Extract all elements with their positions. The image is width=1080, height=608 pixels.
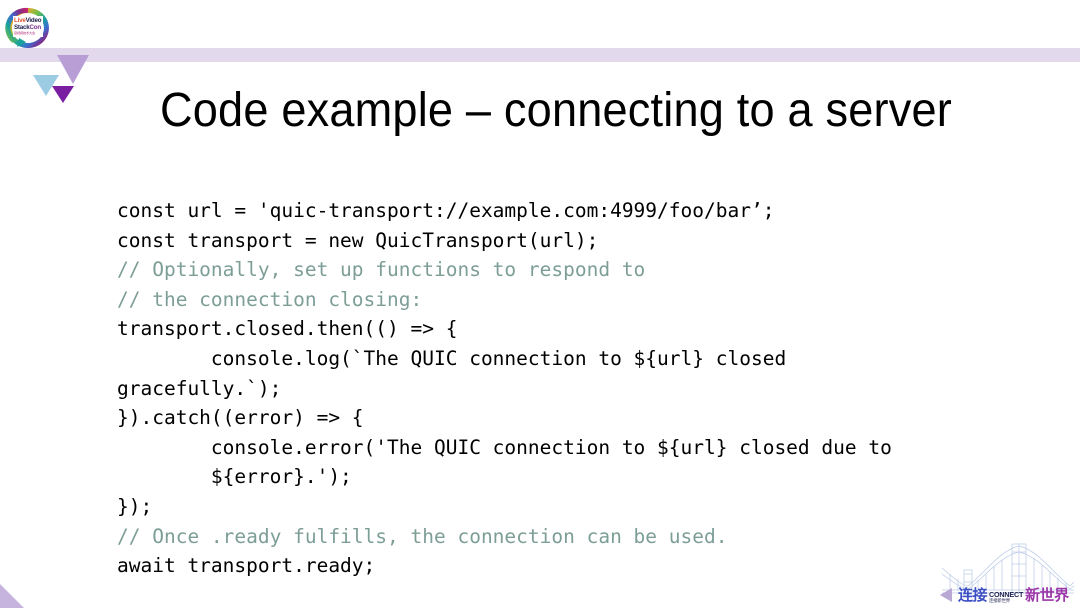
slide: LiveVideo StackCon 音视频技术大会 Code example … xyxy=(0,0,1080,608)
code-line: // Once .ready fulfills, the connection … xyxy=(117,524,728,548)
code-line: }).catch((error) => { xyxy=(117,406,364,430)
conference-watermark: 连接 CONNECT 连接新世界 新世界 xyxy=(938,534,1078,608)
slide-title: Code example – connecting to a server xyxy=(160,84,953,137)
code-line: // Optionally, set up functions to respo… xyxy=(117,258,646,282)
watermark-connect-group: CONNECT 连接新世界 xyxy=(988,589,1024,604)
logo-subtitle: 音视频技术大会 xyxy=(14,31,35,36)
watermark-cn-left: 连接 xyxy=(958,587,988,604)
code-line: }); xyxy=(117,494,153,518)
code-line: gracefully.`); xyxy=(117,376,282,400)
watermark-connect-sublabel: 连接新世界 xyxy=(989,598,1010,603)
decor-corner-triangle xyxy=(0,584,24,608)
watermark-connect-label: CONNECT xyxy=(989,589,1024,599)
code-line: const transport = new QuicTransport(url)… xyxy=(117,228,599,252)
watermark-text: 连接 CONNECT 连接新世界 新世界 xyxy=(958,586,1069,604)
code-line: console.error('The QUIC connection to ${… xyxy=(117,435,892,459)
code-line: // the connection closing: xyxy=(117,287,423,311)
code-line: ${error}.'); xyxy=(117,465,352,489)
livevideostackcon-logo: LiveVideo StackCon 音视频技术大会 xyxy=(5,7,51,51)
watermark-arrow-icon xyxy=(940,588,952,602)
decor-triangle-purple xyxy=(52,86,74,103)
logo-wordmark: LiveVideo StackCon 音视频技术大会 xyxy=(13,16,43,37)
watermark-cn-right: 新世界 xyxy=(1025,587,1069,604)
code-line: console.log(`The QUIC connection to ${ur… xyxy=(117,346,787,370)
code-line: await transport.ready; xyxy=(117,554,376,578)
code-block: const url = 'quic-transport://example.co… xyxy=(117,196,1057,581)
top-decorative-band xyxy=(0,48,1080,62)
code-line: const url = 'quic-transport://example.co… xyxy=(117,199,775,222)
decor-triangle-large xyxy=(57,55,89,84)
code-line: transport.closed.then(() => { xyxy=(117,317,458,341)
